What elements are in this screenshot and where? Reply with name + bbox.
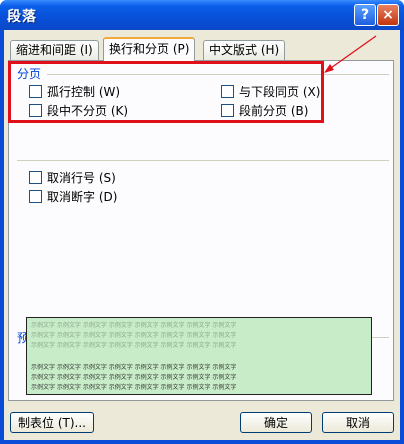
checkbox-box[interactable] [29, 171, 42, 184]
paragraph-dialog: 段落 ? × 缩进和间距 (I) 换行和分页 (P) 中文版式 (H) 分页 孤… [0, 0, 404, 444]
preview-line: 示例文字 示例文字 示例文字 示例文字 示例文字 示例文字 示例文字 示例文字 [31, 342, 237, 349]
checkbox-box[interactable] [29, 190, 42, 203]
preview-sample-line: 示例文字 示例文字 示例文字 示例文字 示例文字 示例文字 示例文字 示例文字 [31, 374, 237, 381]
tab-asian-typography[interactable]: 中文版式 (H) [203, 40, 286, 60]
cancel-button[interactable]: 取消 [322, 412, 394, 433]
tabs-button[interactable]: 制表位 (T)... [10, 412, 94, 433]
title-bar: 段落 ? × [0, 0, 404, 30]
section-divider [17, 160, 389, 161]
preview-sample-line: 示例文字 示例文字 示例文字 示例文字 示例文字 示例文字 示例文字 示例文字 [31, 364, 237, 371]
preview-sample-line: 示例文字 示例文字 示例文字 示例文字 示例文字 示例文字 示例文字 示例文字 [31, 384, 237, 391]
dont-hyphenate-checkbox[interactable]: 取消断字 (D) [29, 188, 117, 205]
ok-button[interactable]: 确定 [240, 412, 312, 433]
annotation-arrow-icon [324, 35, 377, 73]
dialog-body: 缩进和间距 (I) 换行和分页 (P) 中文版式 (H) 分页 孤行控制 (W)… [4, 30, 400, 440]
preview-line: 示例文字 示例文字 示例文字 示例文字 示例文字 示例文字 示例文字 示例文字 [31, 332, 237, 339]
checkbox-label: 取消行号 (S) [47, 171, 116, 185]
tab-line-page-breaks[interactable]: 换行和分页 (P) [103, 37, 196, 61]
help-icon[interactable]: ? [354, 4, 376, 26]
highlight-annotation-box [8, 61, 324, 123]
preview-line: 示例文字 示例文字 示例文字 示例文字 示例文字 示例文字 示例文字 示例文字 [31, 322, 237, 329]
preview-box: 示例文字 示例文字 示例文字 示例文字 示例文字 示例文字 示例文字 示例文字 … [26, 317, 372, 395]
close-icon[interactable]: × [377, 4, 399, 26]
suppress-line-numbers-checkbox[interactable]: 取消行号 (S) [29, 169, 116, 186]
dialog-title: 段落 [7, 9, 37, 25]
tab-indent-spacing[interactable]: 缩进和间距 (I) [10, 40, 99, 60]
checkbox-label: 取消断字 (D) [47, 190, 118, 204]
